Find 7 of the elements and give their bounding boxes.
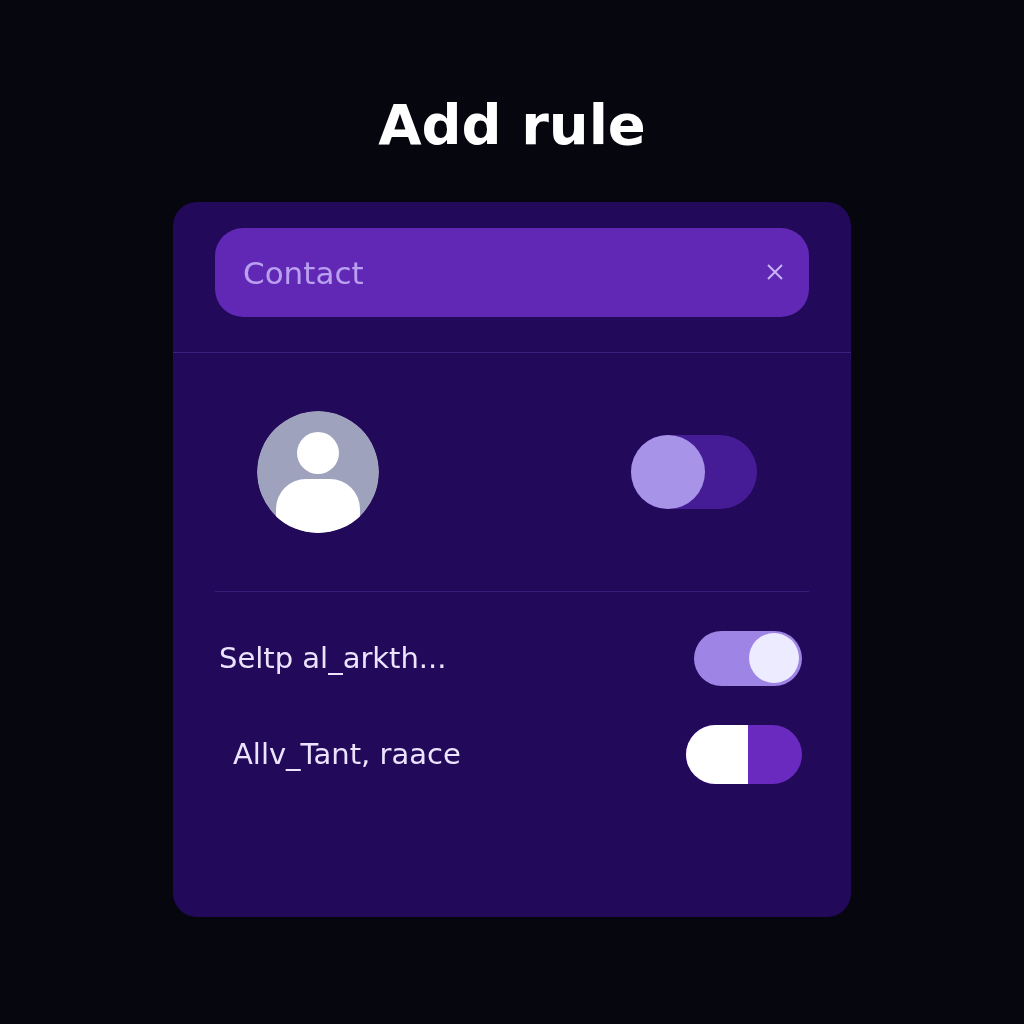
toggle-switch[interactable] [694,630,802,686]
contact-field[interactable]: Contact [215,228,809,317]
setting-label: Seltp al_arkth... [219,641,447,675]
setting-label: Allv_Tant, raace [233,737,461,771]
avatar-icon [257,411,379,533]
page-title: Add rule [378,91,646,159]
close-icon[interactable] [765,262,785,282]
